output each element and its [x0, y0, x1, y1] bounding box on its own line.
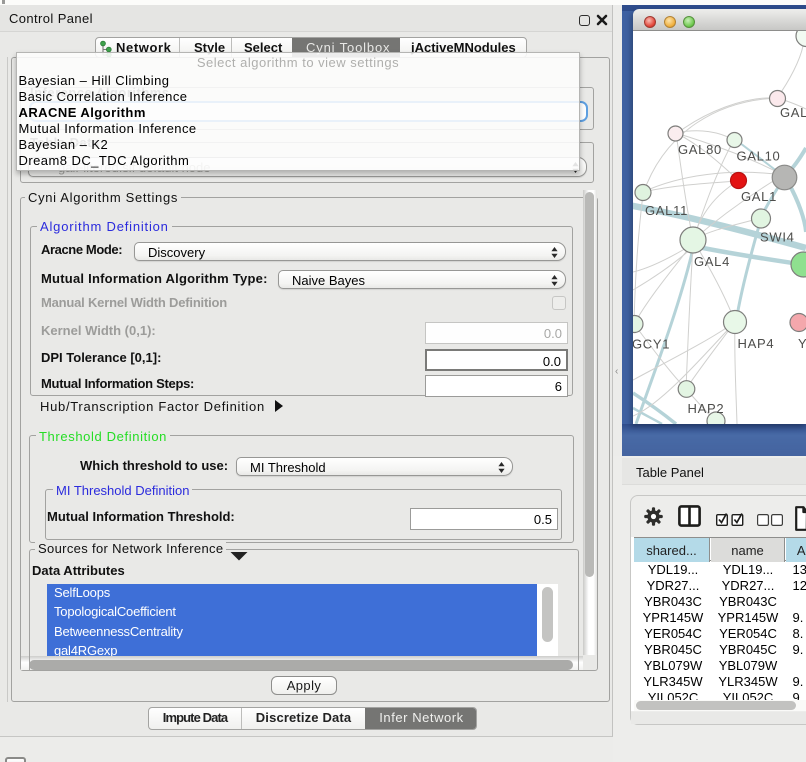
svg-text:GCY1: GCY1 — [633, 337, 670, 352]
svg-text:GAL4: GAL4 — [694, 254, 730, 269]
svg-text:GAL1: GAL1 — [741, 189, 777, 204]
svg-text:GAL7: GAL7 — [780, 105, 806, 120]
svg-text:SWI4: SWI4 — [760, 230, 795, 245]
svg-text:YL: YL — [798, 336, 806, 351]
svg-text:HAP2: HAP2 — [688, 401, 725, 416]
svg-text:GAL80: GAL80 — [678, 142, 722, 157]
svg-text:GAL11: GAL11 — [645, 203, 688, 218]
svg-text:GAL10: GAL10 — [737, 149, 781, 164]
svg-text:HAP4: HAP4 — [738, 336, 775, 351]
